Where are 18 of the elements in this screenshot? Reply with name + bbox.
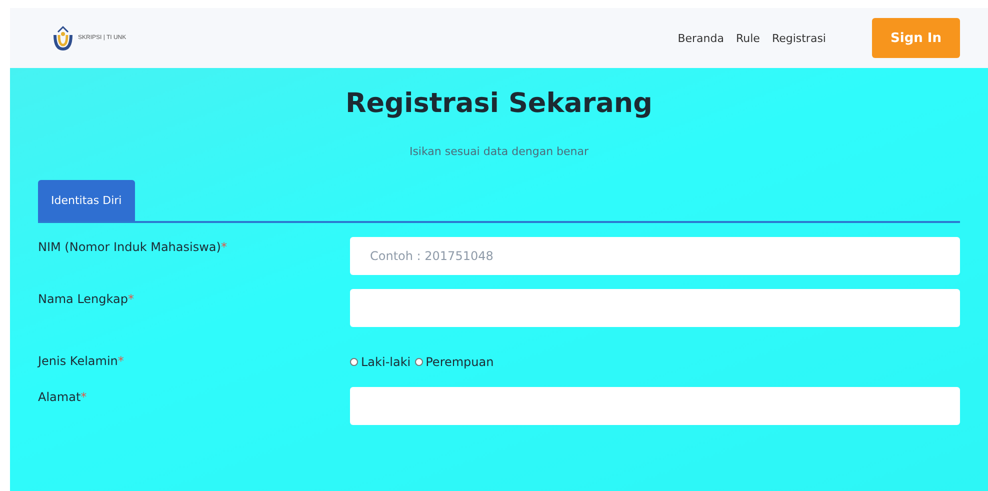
radio-icon[interactable] (350, 358, 358, 366)
nav-link[interactable]: Beranda (678, 32, 724, 44)
field-label: Nama Lengkap* (38, 291, 135, 306)
text-input[interactable] (350, 289, 960, 327)
logo-icon (52, 25, 74, 51)
radio-icon[interactable] (414, 358, 423, 366)
text-input[interactable] (350, 387, 960, 425)
nav-link[interactable]: Rule (736, 32, 760, 44)
field-label: NIM (Nomor Induk Mahasiswa)* (38, 239, 228, 254)
text-input[interactable]: Contoh : 201751048 (350, 237, 960, 275)
nav-link[interactable]: Registrasi (772, 32, 826, 44)
tab[interactable]: Identitas Diri (38, 180, 135, 221)
field-label: Alamat* (38, 389, 88, 404)
subtitle: Isikan sesuai data dengan benar (408, 145, 590, 158)
radio-option[interactable]: Laki-laki (350, 355, 411, 369)
radio-option[interactable]: Perempuan (414, 355, 494, 369)
field-label: Jenis Kelamin* (38, 353, 125, 368)
page-heading: Registrasi Sekarang (344, 88, 654, 119)
